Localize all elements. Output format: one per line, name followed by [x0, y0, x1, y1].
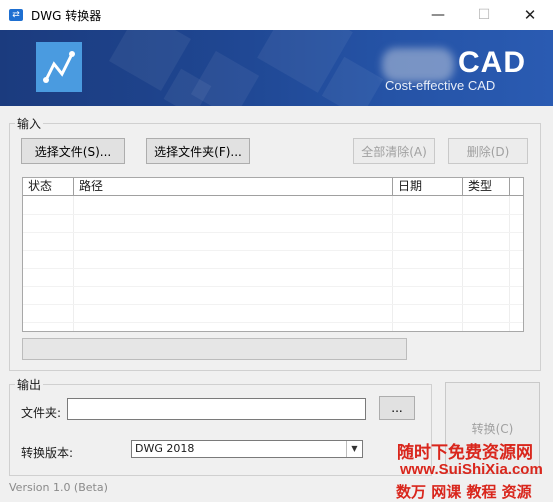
table-header: 状态 路径 日期 类型 — [23, 178, 523, 196]
title-bar: ⇄ DWG 转换器 — ☐ ✕ — [0, 0, 553, 30]
progress-bar — [22, 338, 407, 360]
version-label: 转换版本: — [21, 446, 74, 460]
app-swap-icon: ⇄ — [9, 9, 23, 21]
file-list-table[interactable]: 状态 路径 日期 类型 — [22, 177, 524, 332]
watermark-line-2: www.SuiShiXia.com — [400, 461, 543, 478]
brand-name: CAD — [458, 46, 526, 79]
column-path[interactable]: 路径 — [74, 178, 393, 195]
folder-label: 文件夹: — [21, 406, 62, 420]
browse-button[interactable]: ... — [379, 396, 415, 420]
version-select-value: DWG 2018 — [135, 442, 195, 455]
close-button[interactable]: ✕ — [507, 0, 553, 30]
version-select[interactable]: DWG 2018 ▼ — [131, 440, 363, 458]
watermark-line-3: 数万 网课 教程 资源 — [396, 483, 532, 501]
delete-button[interactable]: 删除(D) — [448, 138, 528, 164]
select-folder-button[interactable]: 选择文件夹(F)... — [146, 138, 250, 164]
window-title: DWG 转换器 — [31, 9, 102, 23]
maximize-button[interactable]: ☐ — [461, 0, 507, 30]
chevron-down-icon[interactable]: ▼ — [346, 441, 362, 457]
version-text: Version 1.0 (Beta) — [9, 481, 108, 494]
select-files-button[interactable]: 选择文件(S)... — [21, 138, 125, 164]
brand-tagline: Cost-effective CAD — [385, 78, 496, 93]
brand-blur-mask — [382, 48, 454, 82]
clear-all-button[interactable]: 全部清除(A) — [353, 138, 435, 164]
watermark-line-1: 随时下免费资源网 — [397, 443, 533, 463]
header-banner: CAD Cost-effective CAD — [0, 30, 553, 106]
column-type[interactable]: 类型 — [463, 178, 510, 195]
column-status[interactable]: 状态 — [23, 178, 74, 195]
minimize-button[interactable]: — — [415, 0, 461, 30]
cad-logo-icon — [36, 42, 82, 92]
column-date[interactable]: 日期 — [393, 178, 463, 195]
output-group-label: 输出 — [15, 376, 44, 393]
folder-input[interactable] — [67, 398, 366, 420]
input-group-label: 输入 — [15, 115, 44, 132]
